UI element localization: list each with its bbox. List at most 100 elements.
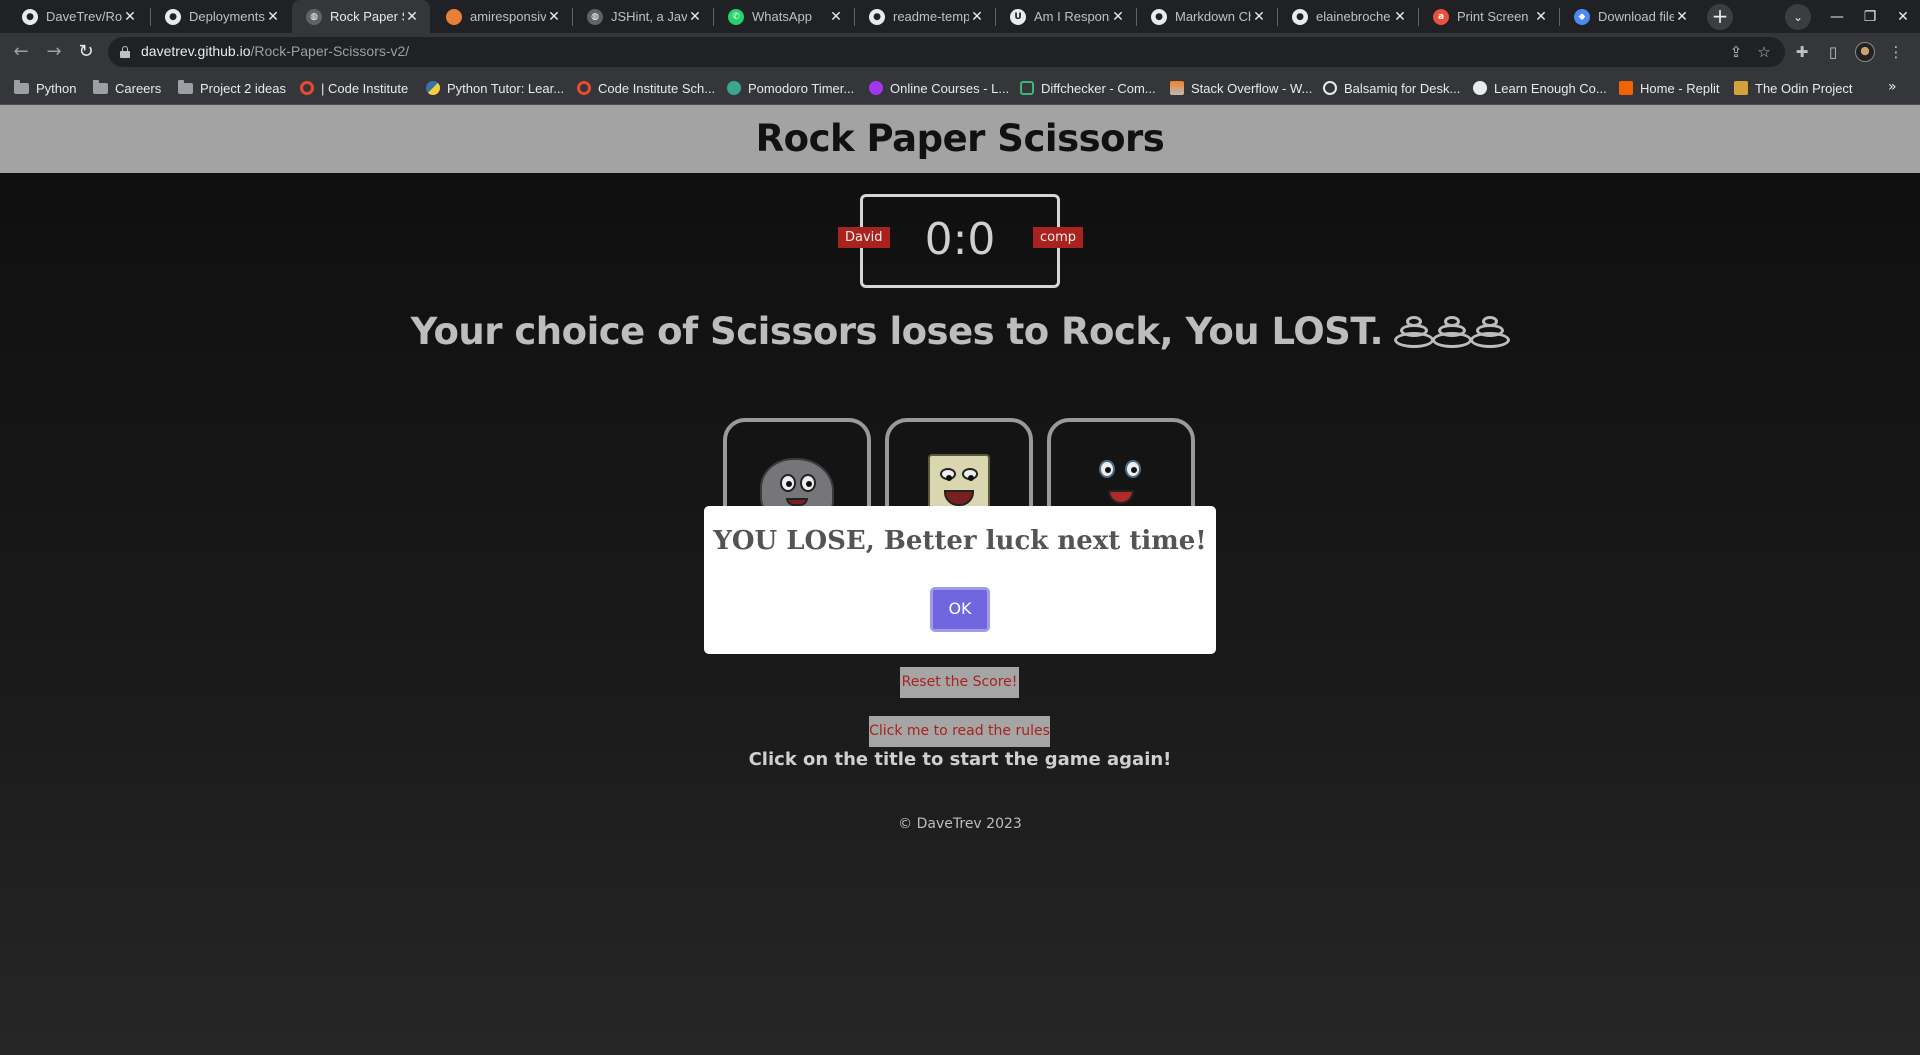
close-icon[interactable]: ✕ <box>687 9 703 25</box>
minimize-icon[interactable]: — <box>1822 4 1852 30</box>
lock-icon <box>120 46 130 58</box>
new-tab-button[interactable]: + <box>1707 4 1733 30</box>
page-title[interactable]: Rock Paper Scissors <box>0 117 1920 160</box>
folder-icon <box>14 79 29 94</box>
ask-icon: a <box>1433 8 1449 25</box>
bookmark-diffchecker[interactable]: Diffchecker - Com... <box>1020 79 1156 97</box>
bookmark-python[interactable]: Python <box>14 79 76 97</box>
close-icon[interactable]: ✕ <box>404 9 420 25</box>
ui-icon: U <box>1010 8 1026 25</box>
tab-am-i-responsive[interactable]: U Am I Respons ✕ <box>996 0 1136 33</box>
bookmark-replit[interactable]: Home - Replit <box>1619 79 1719 97</box>
udemy-icon <box>869 81 883 95</box>
learnenough-icon <box>1473 81 1487 95</box>
bookmark-code-institute[interactable]: | Code Institute <box>300 79 408 97</box>
reset-score-button[interactable]: Reset the Score! <box>900 667 1019 698</box>
modal-ok-button[interactable]: OK <box>930 587 990 632</box>
github-icon: ● <box>165 8 181 25</box>
tab-print-screen[interactable]: a Print Screen ✕ <box>1419 0 1559 33</box>
bookmark-project-2-ideas[interactable]: Project 2 ideas <box>178 79 286 97</box>
code-institute-icon <box>577 81 591 95</box>
tab-markdown-cheatsheet[interactable]: ● Markdown Ch ✕ <box>1137 0 1277 33</box>
close-icon[interactable]: ✕ <box>546 9 562 25</box>
tab-search-icon[interactable]: ⌄ <box>1785 4 1811 30</box>
profile-avatar[interactable] <box>1855 42 1875 62</box>
reload-icon[interactable]: ↻ <box>72 38 100 66</box>
bookmark-label: Stack Overflow - W... <box>1191 80 1313 96</box>
tab-jshint[interactable]: ◍ JSHint, a Java ✕ <box>573 0 713 33</box>
bookmark-label: Balsamiq for Desk... <box>1344 80 1461 96</box>
close-icon[interactable]: ✕ <box>1533 9 1549 25</box>
result-text: Your choice of Scissors loses to Rock, Y… <box>410 310 1384 353</box>
close-icon[interactable]: ✕ <box>828 9 844 25</box>
close-icon[interactable]: ✕ <box>122 9 138 25</box>
tab-amiresponsive[interactable]: amiresponsiv ✕ <box>432 0 572 33</box>
bookmark-label: Project 2 ideas <box>200 80 286 96</box>
bookmark-python-tutor[interactable]: Python Tutor: Lear... <box>426 79 564 97</box>
share-icon[interactable]: ⇪ <box>1725 41 1747 63</box>
maximize-icon[interactable]: ❐ <box>1855 4 1885 30</box>
chevron-right-icon[interactable]: » <box>1888 79 1897 95</box>
restart-instruction: Click on the title to start the game aga… <box>748 749 1172 770</box>
bookmark-label: Learn Enough Co... <box>1494 80 1607 96</box>
tab-readme-template[interactable]: ● readme-temp ✕ <box>855 0 995 33</box>
bookmark-label: Code Institute Sch... <box>598 80 716 96</box>
bookmark-code-institute-school[interactable]: Code Institute Sch... <box>577 79 715 97</box>
tab-title: elainebroche <box>1316 9 1391 24</box>
bookmark-label: Diffchecker - Com... <box>1041 80 1156 96</box>
tab-title: JSHint, a Java <box>611 9 687 24</box>
score-display: 0:0 <box>924 214 996 265</box>
close-icon[interactable]: ✕ <box>265 9 281 25</box>
bookmark-online-courses[interactable]: Online Courses - L... <box>869 79 1009 97</box>
side-panel-icon[interactable]: ▯ <box>1821 40 1845 64</box>
extensions-icon[interactable]: ✚ <box>1790 40 1814 64</box>
bookmark-odin-project[interactable]: The Odin Project <box>1734 79 1853 97</box>
close-icon[interactable]: ✕ <box>1251 9 1267 25</box>
tab-download-file[interactable]: ◆ Download file ✕ <box>1560 0 1700 33</box>
bookmark-star-icon[interactable]: ☆ <box>1753 41 1775 63</box>
close-icon[interactable]: ✕ <box>969 9 985 25</box>
bookmark-label: Online Courses - L... <box>890 80 1010 96</box>
close-icon[interactable]: ✕ <box>1392 9 1408 25</box>
tab-deployments[interactable]: ● Deployments ✕ <box>151 0 291 33</box>
tab-title: Am I Respons <box>1034 9 1110 24</box>
menu-icon[interactable]: ⋮ <box>1884 40 1908 64</box>
bookmark-pomodoro-timer[interactable]: Pomodoro Timer... <box>727 79 854 97</box>
close-icon[interactable]: ✕ <box>1674 9 1690 25</box>
tab-title: Deployments <box>189 9 265 24</box>
replit-icon <box>1619 81 1633 95</box>
tab-title: Download file <box>1598 9 1674 24</box>
bookmark-label: Python <box>36 80 77 96</box>
code-institute-icon <box>300 81 314 95</box>
bookmark-balsamiq[interactable]: Balsamiq for Desk... <box>1323 79 1460 97</box>
tab-title: DaveTrev/Roc <box>46 9 122 24</box>
tab-elainebroche[interactable]: ● elainebroche ✕ <box>1278 0 1418 33</box>
diffchecker-icon <box>1020 81 1034 95</box>
window-close-icon[interactable]: ✕ <box>1888 4 1918 30</box>
tab-strip: ● DaveTrev/Roc ✕ ● Deployments ✕ ◍ Rock … <box>0 0 1920 33</box>
tab-rock-paper-scissors[interactable]: ◍ Rock Paper Sc ✕ <box>292 0 430 33</box>
bookmark-careers[interactable]: Careers <box>93 79 161 97</box>
whatsapp-icon: ✆ <box>728 8 744 25</box>
tab-title: readme-temp <box>893 9 969 24</box>
bookmark-learn-enough[interactable]: Learn Enough Co... <box>1473 79 1607 97</box>
player-name-badge: David <box>838 227 890 248</box>
forward-icon[interactable]: → <box>40 38 68 66</box>
computer-name-badge: comp <box>1033 227 1084 248</box>
bookmark-label: Pomodoro Timer... <box>748 80 855 96</box>
tab-title: Markdown Ch <box>1175 9 1251 24</box>
bookmark-stack-overflow[interactable]: Stack Overflow - W... <box>1170 79 1312 97</box>
bookmark-label: Python Tutor: Lear... <box>447 80 565 96</box>
odin-icon <box>1734 81 1748 95</box>
poop-emoji-icon <box>1394 310 1511 353</box>
tab-title: WhatsApp <box>752 9 812 24</box>
close-icon[interactable]: ✕ <box>1110 9 1126 25</box>
tab-davetrev-repo[interactable]: ● DaveTrev/Roc ✕ <box>8 0 148 33</box>
result-modal: YOU LOSE, Better luck next time! OK <box>704 506 1216 654</box>
tab-title: amiresponsiv <box>470 9 546 24</box>
address-bar[interactable]: davetrev.github.io/Rock-Paper-Scissors-v… <box>108 37 1785 67</box>
read-rules-button[interactable]: Click me to read the rules <box>869 716 1050 747</box>
back-icon[interactable]: ← <box>7 38 35 66</box>
tab-whatsapp[interactable]: ✆ WhatsApp ✕ <box>714 0 854 33</box>
scoreboard: 0:0 <box>860 194 1060 288</box>
